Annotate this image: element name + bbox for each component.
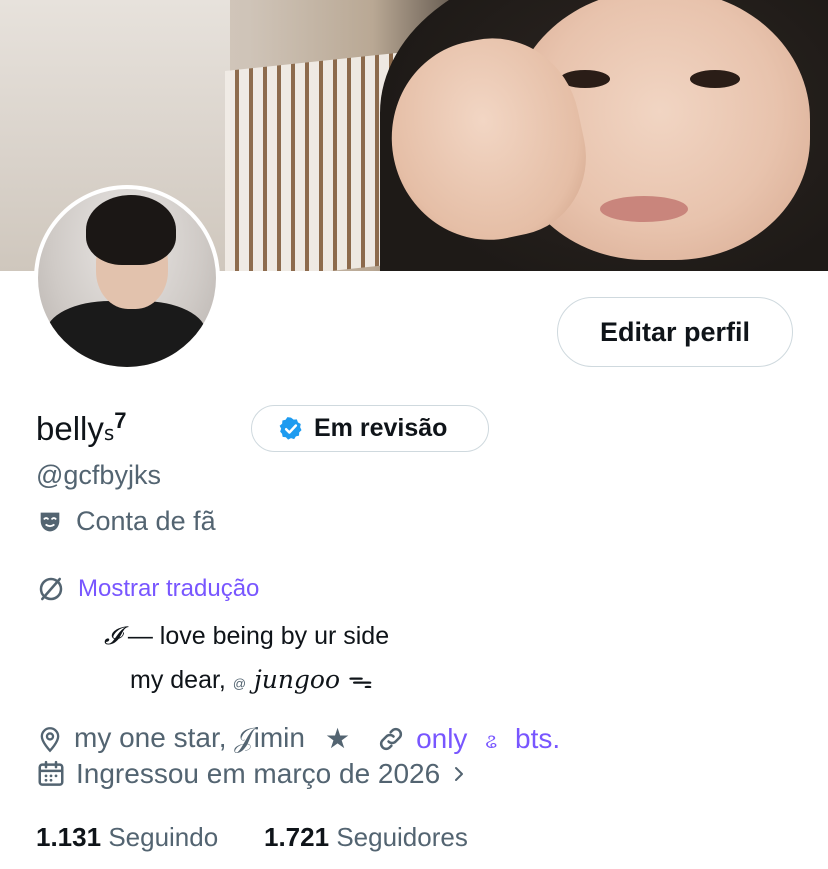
profile-category: Conta de fã: [36, 506, 216, 537]
followers-count: 1.721: [264, 822, 330, 852]
edit-profile-button[interactable]: Editar perfil: [557, 297, 793, 367]
followers-count-link[interactable]: 1.721 Seguidores: [264, 822, 468, 853]
show-translation-link[interactable]: Mostrar tradução: [36, 574, 259, 604]
bio-symbol: ᯓ: [347, 666, 373, 694]
bio-line-1-text: — love being by ur side: [120, 622, 390, 650]
translate-icon: [36, 574, 66, 604]
joined-text: Ingressou em março de 2026: [76, 758, 441, 789]
link-icon: [376, 724, 406, 754]
banner-mouth: [600, 196, 688, 222]
mask-icon: [36, 508, 64, 536]
joined-date-row[interactable]: Ingressou em março de 2026: [36, 758, 468, 790]
website-link[interactable]: only ଌ bts.: [416, 723, 560, 755]
chevron-right-icon: [450, 762, 468, 786]
bio-line-1: 𝓘 — love being by ur side: [104, 621, 389, 651]
profile-location-link-row: my one star, 𝒥imin ★ only ଌ bts.: [36, 722, 560, 755]
review-badge-label: Em revisão: [314, 414, 448, 442]
bio-jungoo: jungoo: [246, 665, 348, 694]
following-count-link[interactable]: 1.131 Seguindo: [36, 822, 218, 853]
avatar-image: [38, 189, 216, 367]
verified-badge-icon: [278, 416, 304, 442]
location-pin-icon: [36, 724, 64, 754]
banner-eye-right: [690, 70, 740, 88]
calendar-icon: [36, 759, 66, 789]
display-name-text: belly: [36, 410, 104, 447]
display-name-suffix: ꜱ: [103, 423, 115, 445]
location-star: ★: [324, 723, 351, 754]
display-name-superscript: 7: [114, 408, 127, 433]
website-link-text: only: [416, 722, 468, 754]
avatar-hair: [86, 195, 176, 265]
location-text: my one star, 𝒥imin: [74, 722, 305, 753]
avatar-shirt: [46, 301, 206, 367]
following-count: 1.131: [36, 822, 102, 852]
website-link-suffix: bts.: [515, 722, 561, 754]
category-label: Conta de fã: [76, 506, 216, 536]
translate-label: Mostrar tradução: [78, 575, 260, 602]
following-label: Seguindo: [108, 822, 219, 852]
display-name: bellyꜱ7: [36, 408, 127, 448]
followers-label: Seguidores: [336, 822, 468, 852]
bio-at-symbol: @: [232, 676, 247, 691]
bio-line-2: my dear, @ jungoo ᯓ: [130, 662, 373, 696]
bio-line-2-text: my dear,: [130, 666, 233, 694]
review-status-badge[interactable]: Em revisão: [251, 405, 489, 452]
avatar[interactable]: [34, 185, 220, 371]
bio-script-letter: 𝓘: [104, 621, 121, 650]
username-handle: @gcfbyjks: [36, 460, 161, 490]
website-link-symbol: ଌ: [485, 730, 498, 753]
